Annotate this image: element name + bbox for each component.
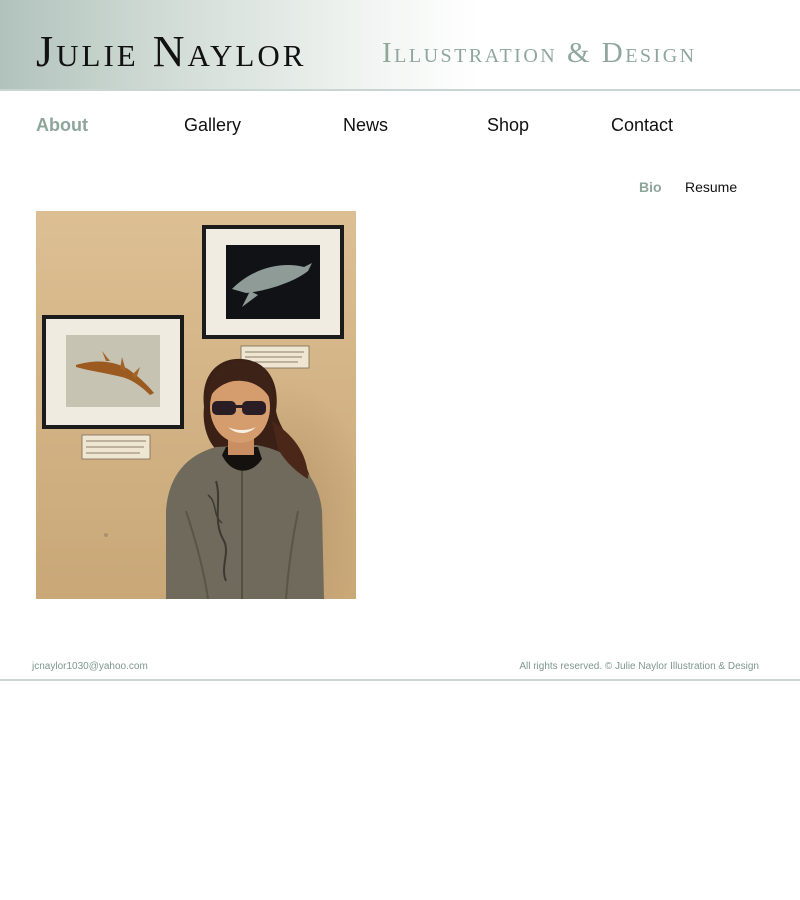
nav-news[interactable]: News [343,114,388,136]
page: Julie Naylor Illustration & Design About… [0,0,800,900]
framed-fish-artwork [202,225,344,339]
footer-divider [0,679,800,681]
subnav-resume[interactable]: Resume [685,178,737,196]
footer-email-link[interactable]: jcnaylor1030@yahoo.com [32,661,148,673]
header-divider [0,89,800,91]
nav-shop[interactable]: Shop [487,114,529,136]
site-title[interactable]: Julie Naylor [36,30,306,74]
main-nav: About Gallery News Shop Contact [0,114,800,138]
nav-gallery[interactable]: Gallery [184,114,241,136]
sub-nav: Bio Resume [0,178,800,198]
site-subtitle: Illustration & Design [382,37,697,69]
footer-copyright: All rights reserved. © Julie Naylor Illu… [519,661,759,672]
nav-about[interactable]: About [36,114,88,136]
bio-photo [36,211,356,599]
nav-contact[interactable]: Contact [611,114,673,136]
subnav-bio[interactable]: Bio [639,178,662,196]
framed-seadragon-artwork [42,315,184,429]
